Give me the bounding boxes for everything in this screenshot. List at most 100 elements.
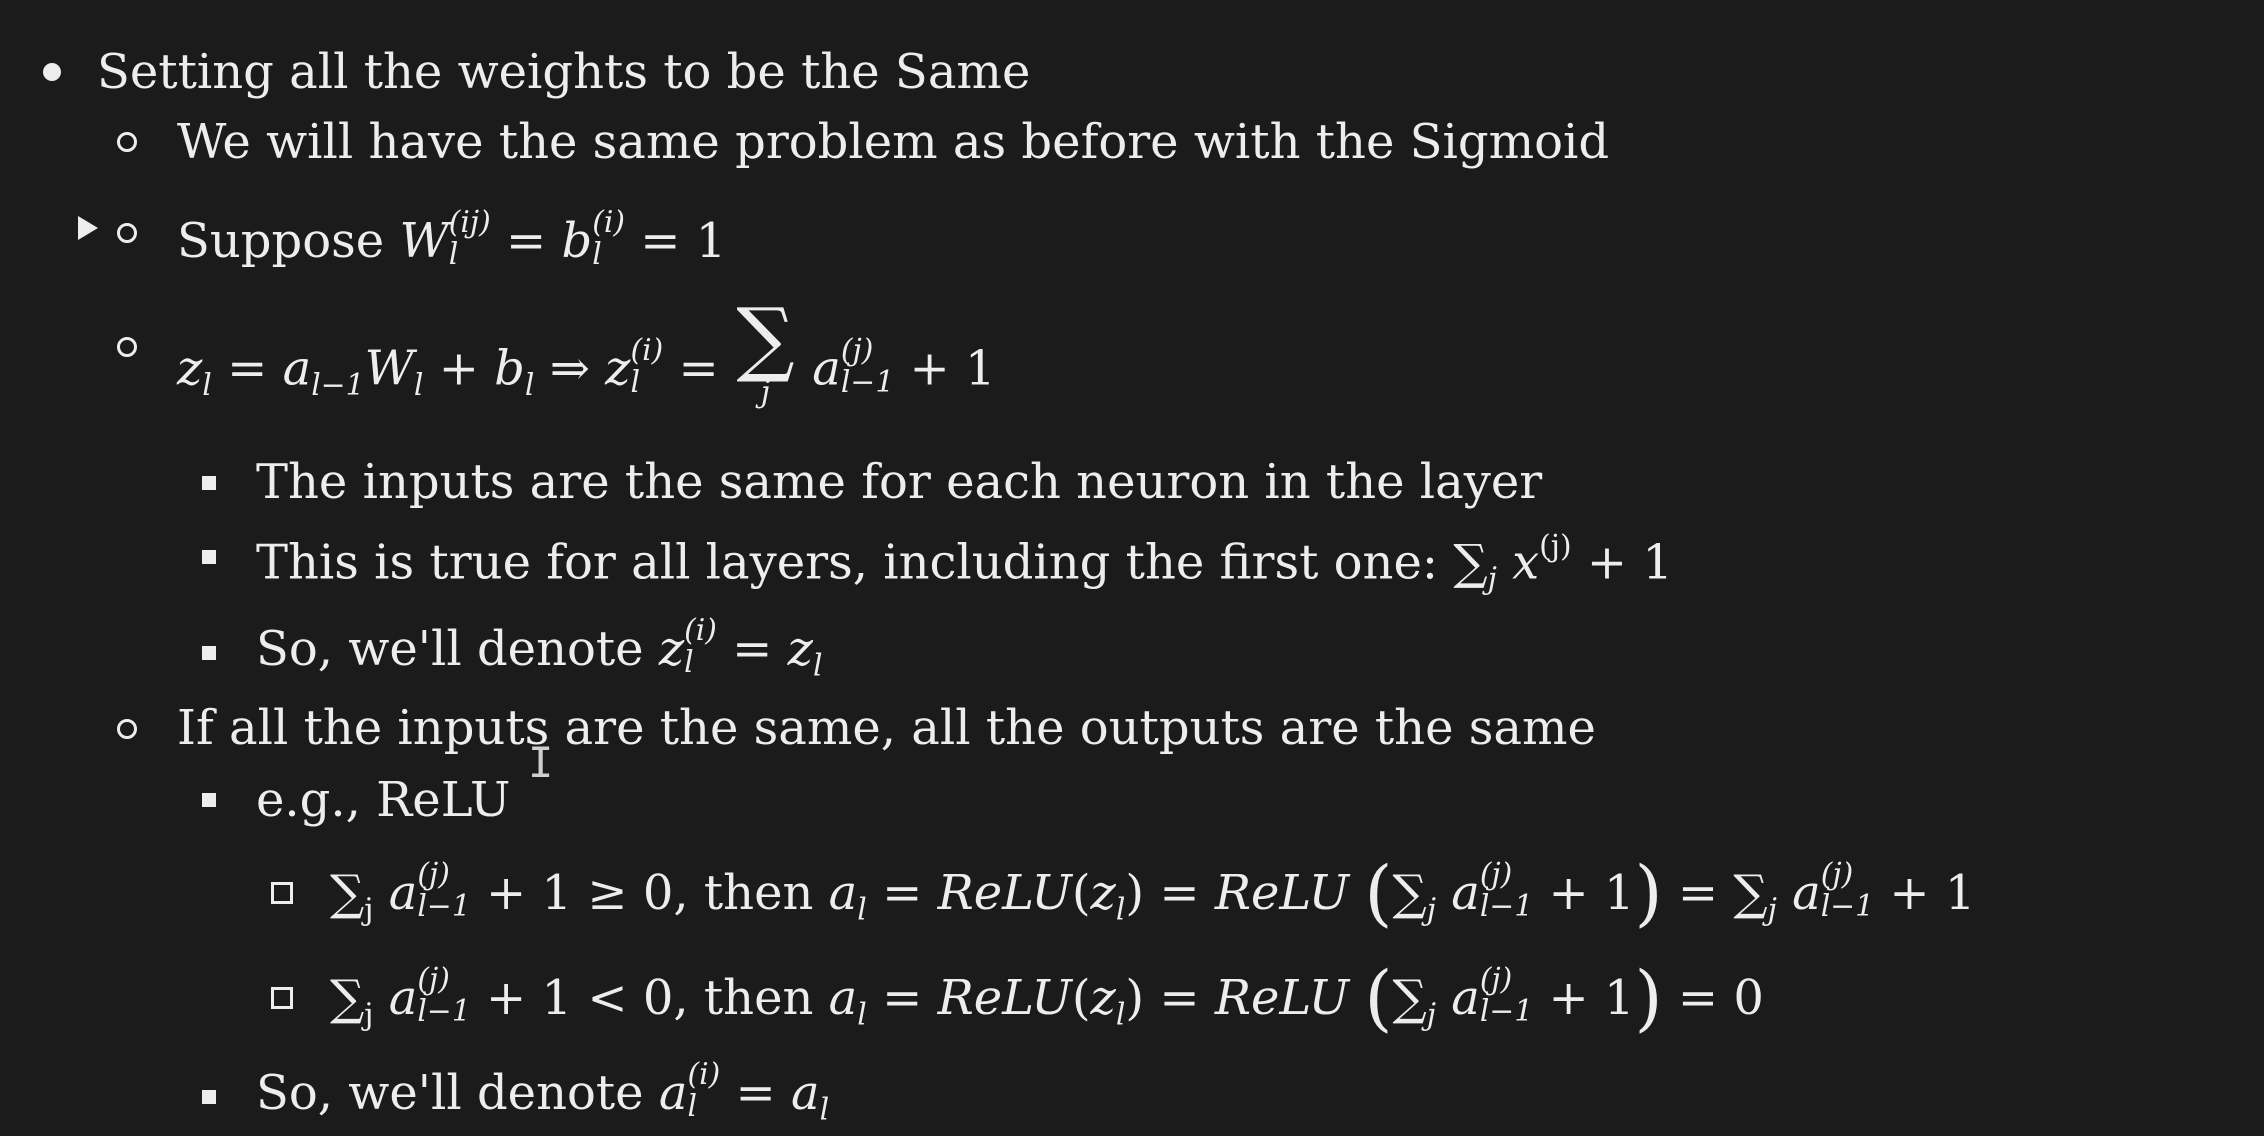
math-relu: ReLU	[1214, 969, 1350, 1026]
math-sub: l−1	[1820, 889, 1875, 925]
math-sup: (j)	[1539, 529, 1572, 564]
math-one: 1	[1603, 864, 1635, 921]
line-all-layers: This is true for all layers, including t…	[256, 532, 1673, 594]
math-eq: =	[882, 864, 923, 921]
math-z: z	[787, 620, 813, 677]
math-lt: <	[587, 969, 628, 1026]
pointer-arrow-icon	[78, 216, 98, 240]
math-eq: =	[732, 620, 773, 677]
math-one: 1	[541, 864, 573, 921]
bullet-level3	[202, 476, 216, 490]
bullet-level3	[202, 793, 216, 807]
math-b: b	[494, 340, 525, 397]
line9-text: e.g., ReLU	[256, 772, 511, 828]
math-sum: ∑	[1733, 864, 1768, 921]
math-sub: j	[1426, 997, 1436, 1033]
math-sub: l	[857, 997, 867, 1033]
math-a: a	[388, 969, 418, 1026]
bullet-level2	[117, 337, 137, 357]
math-plus: +	[1548, 864, 1589, 921]
math-zero: 0	[642, 969, 674, 1026]
math-sub: l	[202, 368, 212, 404]
line-z-equation: zl = al−1Wl + bl ⇒ z (i) l = ∑ j a (j) l−1 + …	[177, 298, 996, 407]
math-sup: (i)	[630, 332, 664, 368]
math-stack: (i) l	[592, 208, 625, 270]
math-eq: =	[1159, 864, 1200, 921]
math-z: z	[605, 340, 631, 397]
line6-text: This is true for all layers, including t…	[256, 534, 1439, 591]
math-stack: (j) l−1	[1480, 965, 1533, 1027]
math-sum: ∑	[330, 969, 365, 1026]
slide: Setting all the weights to be the Same W…	[0, 0, 2264, 1136]
math-one: 1	[541, 969, 573, 1026]
line-suppose: Suppose W (ij) l = b (i) l = 1	[177, 208, 726, 270]
math-one: 1	[1944, 864, 1976, 921]
math-eq: =	[1677, 969, 1719, 1026]
bullet-level3	[202, 550, 216, 564]
math-sub: l	[413, 368, 424, 404]
math-sup: (i)	[684, 613, 717, 648]
math-sub: l−1	[840, 364, 895, 400]
math-sub: j	[1487, 561, 1497, 597]
line-inputs-same: The inputs are the same for each neuron …	[256, 458, 1542, 506]
bullet-level3	[202, 646, 216, 660]
line1-text: Setting all the weights to be the Same	[97, 44, 1031, 100]
math-a: a	[388, 864, 418, 921]
math-W: W	[399, 212, 449, 269]
math-sub: l	[448, 237, 459, 273]
line-inputs-outputs: If all the inputs are the same, all the …	[177, 704, 1596, 752]
line-relu-negative: ∑j a (j) l−1 + 1 < 0, then al = ReLU(zl) =…	[330, 955, 1764, 1040]
line-relu-positive: ∑j a (j) l−1 + 1 ≥ 0, then al = ReLU(zl) =…	[330, 850, 1976, 935]
line5-text: The inputs are the same for each neuron …	[256, 454, 1543, 510]
math-sup: (j)	[417, 962, 450, 997]
math-sub: l	[812, 648, 823, 684]
line-same-problem: We will have the same problem as before …	[177, 118, 1609, 166]
math-a: a	[1451, 864, 1480, 921]
line7-text: So, we'll denote	[256, 620, 644, 677]
math-relu: ReLU	[1214, 864, 1350, 921]
math-W: W	[364, 340, 414, 397]
math-stack: (i) l	[687, 1060, 720, 1122]
math-a: a	[1451, 969, 1480, 1026]
math-stack: (ij) l	[449, 208, 491, 270]
sum-symbol: ∑ j	[736, 298, 794, 407]
line-denote-z: So, we'll denote z (i) l = zl	[256, 616, 822, 681]
math-geq: ≥	[587, 864, 628, 921]
math-sup: (j)	[1479, 857, 1513, 892]
math-sub: l	[819, 1092, 830, 1128]
paren-open: (	[1364, 955, 1393, 1040]
math-eq: =	[678, 340, 719, 397]
math-a: a	[828, 864, 858, 921]
math-sub: j	[1767, 892, 1777, 928]
math-plus: +	[1889, 864, 1930, 921]
math-sup: (j)	[840, 332, 874, 368]
math-stack: (j) l−1	[417, 965, 470, 1027]
math-z: z	[1090, 969, 1116, 1026]
math-sup: (ij)	[448, 205, 491, 240]
math-plus: +	[486, 969, 527, 1026]
heading-weights-same: Setting all the weights to be the Same	[97, 48, 1030, 96]
math-sub: l−1	[1479, 889, 1534, 925]
math-sum: ∑	[330, 864, 365, 921]
math-sup: (i)	[687, 1057, 721, 1092]
math-sub: l	[857, 892, 867, 928]
math-stack: (i) l	[630, 332, 664, 398]
math-sup: (i)	[592, 205, 625, 240]
math-a: a	[812, 340, 841, 397]
math-sub: l	[524, 368, 535, 404]
math-sup: (j)	[1479, 962, 1513, 997]
bullet-level2	[117, 132, 137, 152]
math-zero: 0	[642, 864, 674, 921]
paren-close: )	[1634, 850, 1663, 935]
line-denote-a: So, we'll denote a (i) l = al	[256, 1060, 829, 1125]
math-sub: j	[364, 892, 374, 928]
line-relu-example: e.g., ReLU	[256, 776, 510, 824]
math-b: b	[561, 212, 593, 269]
paren-open: (	[1364, 850, 1393, 935]
math-a: a	[1792, 864, 1821, 921]
math-sub: l	[684, 645, 694, 681]
bullet-level2	[117, 223, 137, 243]
math-sub: l	[592, 237, 602, 273]
math-sum: ∑	[1392, 969, 1427, 1026]
math-sum: ∑	[1392, 864, 1427, 921]
